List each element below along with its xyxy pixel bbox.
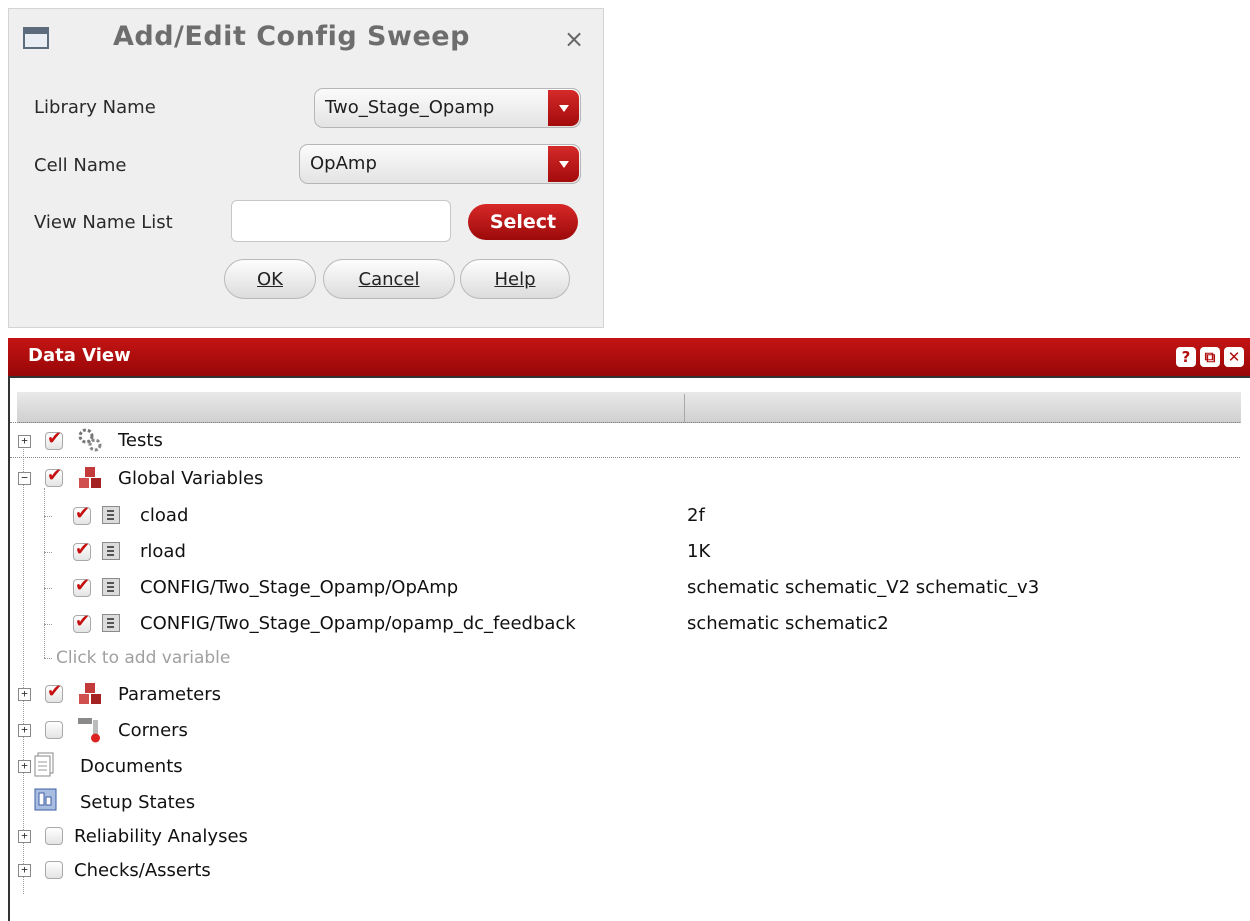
variable-icon bbox=[102, 614, 120, 632]
variable-checkbox[interactable] bbox=[73, 539, 91, 561]
variable-row[interactable]: rload 1K bbox=[10, 534, 1240, 570]
documents-icon bbox=[34, 752, 54, 777]
dialog-titlebar[interactable]: Add/Edit Config Sweep × bbox=[9, 9, 603, 71]
corners-label: Corners bbox=[118, 720, 188, 741]
variable-name: rload bbox=[140, 541, 186, 562]
cell-name-label: Cell Name bbox=[34, 155, 127, 176]
variable-row[interactable]: CONFIG/Two_Stage_Opamp/OpAmp schematic s… bbox=[10, 570, 1240, 606]
expand-icon[interactable]: + bbox=[18, 864, 31, 877]
expand-icon[interactable]: + bbox=[18, 724, 31, 737]
data-view-titlebar: Data View ? ⧉ ✕ bbox=[8, 338, 1250, 376]
config-sweep-dialog: Add/Edit Config Sweep × Library Name Two… bbox=[8, 8, 604, 328]
help-button[interactable]: Help bbox=[460, 259, 570, 299]
expand-icon[interactable]: + bbox=[18, 760, 31, 773]
parameters-checkbox[interactable] bbox=[45, 681, 63, 703]
variable-row[interactable]: CONFIG/Two_Stage_Opamp/opamp_dc_feedback… bbox=[10, 606, 1240, 642]
variable-row[interactable]: cload 2f bbox=[10, 498, 1240, 534]
tree-row-checks-asserts[interactable]: + Checks/Asserts bbox=[10, 852, 1240, 888]
column-header bbox=[17, 392, 1241, 423]
variable-name: cload bbox=[140, 505, 189, 526]
close-icon[interactable]: × bbox=[564, 25, 584, 53]
dialog-title: Add/Edit Config Sweep bbox=[113, 21, 470, 52]
tree-row-global-variables[interactable]: − Global Variables bbox=[10, 460, 1240, 496]
tree-row-parameters[interactable]: + Parameters bbox=[10, 676, 1240, 712]
variable-icon bbox=[102, 506, 120, 524]
restore-icon[interactable]: ⧉ bbox=[1200, 347, 1220, 367]
variable-value[interactable]: schematic schematic2 bbox=[687, 613, 889, 634]
reliability-analyses-checkbox[interactable] bbox=[45, 827, 63, 845]
gears-icon bbox=[78, 428, 102, 452]
data-view-title: Data View bbox=[28, 345, 131, 366]
parameters-label: Parameters bbox=[118, 684, 222, 705]
variable-icon bbox=[102, 542, 120, 560]
documents-label: Documents bbox=[80, 756, 183, 777]
variable-name: CONFIG/Two_Stage_Opamp/opamp_dc_feedback bbox=[140, 613, 576, 634]
expand-icon[interactable]: + bbox=[18, 435, 31, 448]
collapse-icon[interactable]: − bbox=[18, 472, 31, 485]
cancel-button[interactable]: Cancel bbox=[323, 259, 455, 299]
tree-row-reliability-analyses[interactable]: + Reliability Analyses bbox=[10, 818, 1240, 854]
library-name-dropdown[interactable]: Two_Stage_Opamp bbox=[314, 88, 581, 128]
data-view-panel: + Tests − Global Variables cload 2f rloa… bbox=[8, 376, 1250, 921]
checks-asserts-checkbox[interactable] bbox=[45, 861, 63, 879]
setup-states-icon bbox=[34, 788, 57, 811]
cell-name-value: OpAmp bbox=[310, 153, 377, 174]
help-icon[interactable]: ? bbox=[1176, 347, 1196, 367]
cubes-icon bbox=[79, 467, 101, 488]
window-icon bbox=[23, 27, 49, 49]
column-separator[interactable] bbox=[684, 394, 685, 422]
variable-checkbox[interactable] bbox=[73, 503, 91, 525]
tree-row-setup-states[interactable]: Setup States bbox=[10, 784, 1240, 820]
setup-states-label: Setup States bbox=[80, 792, 196, 813]
tree-row-tests[interactable]: + Tests bbox=[10, 422, 1240, 458]
variable-value[interactable]: 2f bbox=[687, 505, 705, 526]
add-variable-placeholder[interactable]: Click to add variable bbox=[56, 648, 230, 668]
cell-name-dropdown[interactable]: OpAmp bbox=[299, 144, 581, 184]
variable-name: CONFIG/Two_Stage_Opamp/OpAmp bbox=[140, 577, 459, 598]
ok-button[interactable]: OK bbox=[224, 259, 316, 299]
expand-icon[interactable]: + bbox=[18, 830, 31, 843]
variable-value[interactable]: 1K bbox=[687, 541, 710, 562]
view-name-list-input[interactable] bbox=[231, 200, 451, 242]
chevron-down-icon[interactable] bbox=[548, 146, 579, 182]
thermometer-icon bbox=[78, 718, 100, 743]
cubes-icon bbox=[79, 683, 101, 704]
global-variables-label: Global Variables bbox=[118, 468, 264, 489]
variable-icon bbox=[102, 578, 120, 596]
expand-icon[interactable]: + bbox=[18, 688, 31, 701]
tests-label: Tests bbox=[118, 430, 163, 451]
variable-checkbox[interactable] bbox=[73, 611, 91, 633]
library-name-label: Library Name bbox=[34, 97, 156, 118]
select-button[interactable]: Select bbox=[468, 204, 578, 240]
variable-checkbox[interactable] bbox=[73, 575, 91, 597]
corners-checkbox[interactable] bbox=[45, 721, 63, 739]
chevron-down-icon[interactable] bbox=[548, 90, 579, 126]
tree-guide-line bbox=[44, 658, 52, 659]
tree-row-corners[interactable]: + Corners bbox=[10, 712, 1240, 748]
tree-row-documents[interactable]: + Documents bbox=[10, 748, 1240, 784]
global-variables-checkbox[interactable] bbox=[45, 465, 63, 487]
reliability-analyses-label: Reliability Analyses bbox=[74, 826, 248, 847]
library-name-value: Two_Stage_Opamp bbox=[325, 97, 495, 118]
view-name-list-label: View Name List bbox=[34, 212, 173, 233]
close-icon[interactable]: ✕ bbox=[1224, 347, 1244, 367]
tests-checkbox[interactable] bbox=[45, 428, 63, 450]
checks-asserts-label: Checks/Asserts bbox=[74, 860, 211, 881]
variable-value[interactable]: schematic schematic_V2 schematic_v3 bbox=[687, 577, 1039, 598]
